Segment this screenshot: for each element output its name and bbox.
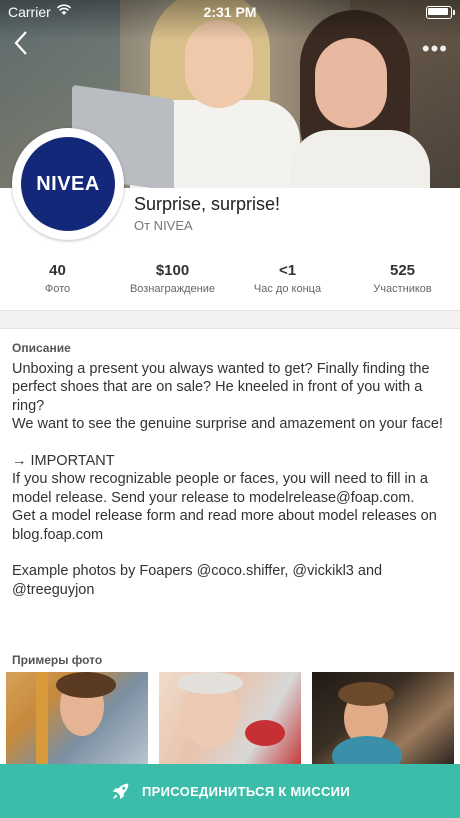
example-photo[interactable] [312,672,454,764]
rocket-icon [112,783,129,800]
stats-row: 40 Фото $100 Вознаграждение <1 Час до ко… [0,262,460,308]
battery-icon [426,6,455,19]
stat-label: Час до конца [253,283,322,295]
stat-label: Фото [44,283,71,295]
example-photos [6,672,454,764]
stat-participants: 525 Участников [345,262,460,308]
clock: 2:31 PM [203,4,257,20]
stat-label: Вознаграждение [129,283,216,295]
stat-value: 40 [49,262,66,279]
examples-heading: Примеры фото [12,653,103,667]
example-photo[interactable] [159,672,301,764]
stat-time-left: <1 Час до конца [230,262,345,308]
join-mission-label: ПРИСОЕДИНИТЬСЯ К МИССИИ [142,783,350,799]
brand-logo: NIVEA [21,137,115,231]
back-chevron-icon[interactable] [14,30,42,64]
stat-photos: 40 Фото [0,262,115,308]
status-bar: Carrier 2:31 PM [0,0,460,24]
mission-byline: От NIVEA [134,218,193,233]
description-text: Unboxing a present you always wanted to … [12,361,443,598]
example-photo[interactable] [6,672,148,764]
section-divider [0,310,460,329]
join-mission-button[interactable]: ПРИСОЕДИНИТЬСЯ К МИССИИ [0,764,460,818]
stat-value: $100 [155,262,190,279]
description-heading: Описание [12,341,71,355]
stat-label: Участников [373,283,432,295]
mission-title: Surprise, surprise! [134,194,281,214]
more-dots-icon[interactable]: ••• [422,36,448,62]
stat-value: <1 [278,262,297,279]
stat-value: 525 [389,262,416,279]
stat-reward: $100 Вознаграждение [115,262,230,308]
